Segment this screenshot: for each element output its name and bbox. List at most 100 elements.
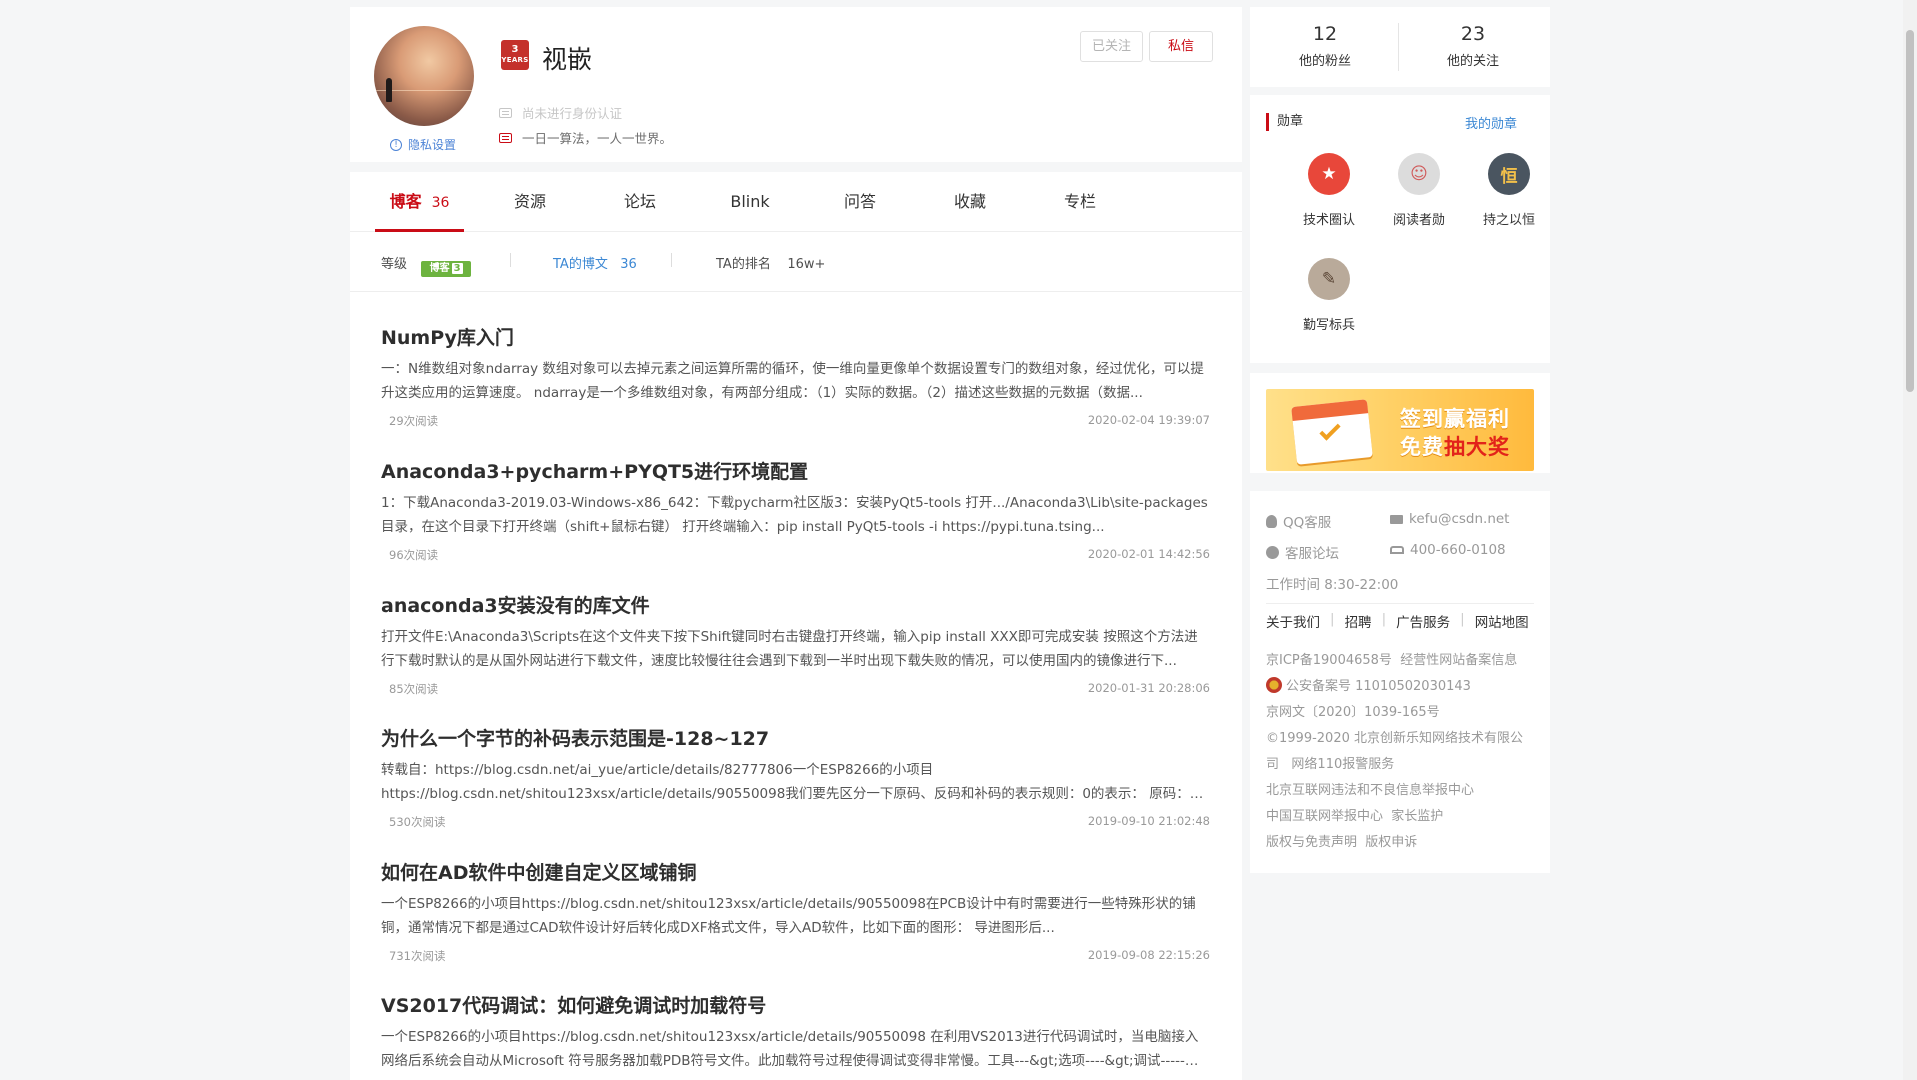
article-reads: 530次阅读: [389, 815, 446, 829]
legal-line[interactable]: 北京互联网违法和不良信息举报中心: [1266, 778, 1534, 804]
tab-qa[interactable]: 问答: [825, 172, 895, 232]
id-card-icon: [499, 107, 512, 118]
separator: |: [1460, 611, 1465, 627]
rank-value: 16w+: [787, 257, 826, 272]
profile-card: ! 隐私设置 3 YEARS 视嵌 已关注 私信 尚未进行身份认证 一日一算法，…: [350, 7, 1242, 162]
article-meta: 96次阅读 2020-02-01 14:42:56: [381, 545, 1210, 565]
email-link[interactable]: kefu@csdn.net: [1390, 511, 1509, 527]
article-summary: 打开文件E:\Anaconda3\Scripts在这个文件夹下按下Shift键同…: [381, 629, 1198, 669]
avatar-figure: [386, 78, 392, 102]
article-title[interactable]: VS2017代码调试：如何避免调试时加载符号: [381, 991, 1210, 1019]
medal-item[interactable]: ✎ 勤写标兵: [1289, 258, 1369, 333]
article-date: 2020-01-31 20:28:06: [1087, 681, 1210, 695]
article-title[interactable]: 为什么一个字节的补码表示范围是-128~127: [381, 724, 1210, 752]
level-badge-text: 博客: [429, 263, 450, 274]
phone-icon: [1390, 546, 1404, 554]
article-meta: 530次阅读 2019-09-10 21:02:48: [381, 812, 1210, 832]
police-record-link[interactable]: 公安备案号 11010502030143: [1286, 679, 1471, 694]
banner-line2-a: 免费: [1400, 435, 1444, 459]
article-title[interactable]: NumPy库入门: [381, 323, 1210, 351]
tab-label: 问答: [843, 192, 876, 211]
article-title[interactable]: 如何在AD软件中创建自定义区域铺铜: [381, 858, 1210, 886]
verify-text: 尚未进行身份认证: [522, 106, 623, 121]
tab-forum[interactable]: 论坛: [605, 172, 675, 232]
article-summary: 转载自：https://blog.csdn.net/ai_yue/article…: [381, 762, 1204, 802]
tab-favorites[interactable]: 收藏: [935, 172, 1005, 232]
article-item[interactable]: anaconda3安装没有的库文件 打开文件E:\Anaconda3\Scrip…: [381, 591, 1210, 699]
reader-medal-icon: ☺: [1398, 153, 1440, 195]
avatar[interactable]: [374, 26, 474, 126]
banner-line2: 免费抽大奖: [1400, 431, 1510, 461]
police-110-link[interactable]: 网络110报警服务: [1291, 757, 1394, 772]
tab-count: 36: [431, 195, 450, 211]
qq-support-link[interactable]: QQ客服: [1266, 511, 1331, 531]
article-meta: 29次阅读 2020-02-04 19:39:07: [381, 411, 1210, 431]
article-reads: 85次阅读: [389, 682, 439, 696]
medals-title: 勋章: [1266, 113, 1303, 131]
medal-name: 阅读者勋: [1392, 213, 1445, 228]
article-summary: 一个ESP8266的小项目https://blog.csdn.net/shito…: [381, 896, 1196, 936]
article-meta: 85次阅读 2020-01-31 20:28:06: [381, 679, 1210, 699]
legal-line[interactable]: 京网文〔2020〕1039-165号: [1266, 700, 1534, 726]
tab-blink[interactable]: Blink: [715, 172, 785, 232]
phone-label: 400-660-0108: [1410, 542, 1506, 558]
signin-lottery-banner[interactable]: 签到赢福利 免费抽大奖: [1266, 389, 1534, 471]
business-info-link[interactable]: 经营性网站备案信息: [1400, 653, 1517, 668]
about-link[interactable]: 关于我们: [1266, 611, 1320, 631]
report-center-link[interactable]: 中国互联网举报中心: [1266, 809, 1383, 824]
legal-line: ©1999-2020 北京创新乐知网络技术有限公司 网络110报警服务: [1266, 726, 1534, 778]
forum-support-link[interactable]: 客服论坛: [1266, 542, 1339, 562]
bio-icon: [499, 132, 512, 143]
phone-info: 400-660-0108: [1390, 542, 1506, 558]
medal-item[interactable]: ★ 技术圈认: [1289, 153, 1369, 228]
fans-stat[interactable]: 12 他的粉丝: [1250, 23, 1400, 69]
article-title[interactable]: Anaconda3+pycharm+PYQT5进行环境配置: [381, 457, 1210, 485]
page-scrollbar[interactable]: [1903, 0, 1917, 1080]
privacy-settings-link[interactable]: ! 隐私设置: [390, 136, 456, 153]
footer-links: 关于我们 | 招聘 | 广告服务 | 网站地图: [1266, 611, 1529, 631]
work-hours: 工作时间 8:30-22:00: [1266, 577, 1399, 593]
article-item[interactable]: Anaconda3+pycharm+PYQT5进行环境配置 1：下载Anacon…: [381, 457, 1210, 565]
legal-line: 版权与免责声明 版权申诉: [1266, 830, 1534, 856]
fans-card: 12 他的粉丝 23 他的关注: [1250, 7, 1550, 87]
divider: [510, 253, 511, 267]
medals-card: 勋章 我的勋章 ★ 技术圈认 ☺ 阅读者勋 恒 持之以恒 ✎ 勤写标兵: [1250, 95, 1550, 363]
medal-item[interactable]: ☺ 阅读者勋: [1379, 153, 1459, 228]
disclaimer-link[interactable]: 版权与免责声明: [1266, 835, 1357, 850]
bio-row: 一日一算法，一人一世界。: [499, 128, 672, 147]
ads-link[interactable]: 广告服务: [1396, 611, 1450, 631]
medal-item[interactable]: 恒 持之以恒: [1469, 153, 1549, 228]
tab-label: 论坛: [623, 192, 656, 211]
article-item[interactable]: NumPy库入门 一：N维数组对象ndarray 数组对象可以去掉元素之间运算所…: [381, 323, 1210, 431]
my-medals-link[interactable]: 我的勋章: [1465, 113, 1517, 132]
article-item[interactable]: 为什么一个字节的补码表示范围是-128~127 转载自：https://blog…: [381, 724, 1210, 832]
following-stat[interactable]: 23 他的关注: [1398, 23, 1548, 69]
parental-link[interactable]: 家长监护: [1391, 809, 1443, 824]
years-badge-number: 3: [511, 44, 519, 55]
message-button[interactable]: 私信: [1149, 31, 1213, 62]
tab-column[interactable]: 专栏: [1045, 172, 1115, 232]
scrollbar-thumb[interactable]: [1906, 30, 1914, 392]
tab-label: 收藏: [953, 192, 986, 211]
medal-name: 技术圈认: [1302, 213, 1355, 228]
article-item[interactable]: 如何在AD软件中创建自定义区域铺铜 一个ESP8266的小项目https://b…: [381, 858, 1210, 966]
article-title[interactable]: anaconda3安装没有的库文件: [381, 591, 1210, 619]
privacy-label: 隐私设置: [408, 138, 457, 152]
tab-blog[interactable]: 博客 36: [375, 172, 464, 232]
tab-resources[interactable]: 资源: [495, 172, 565, 232]
legal-line: 京ICP备19004658号 经营性网站备案信息: [1266, 648, 1534, 674]
legal-line: 中国互联网举报中心 家长监护: [1266, 804, 1534, 830]
sitemap-link[interactable]: 网站地图: [1475, 611, 1529, 631]
followed-button[interactable]: 已关注: [1080, 31, 1143, 62]
article-meta: 731次阅读 2019-09-08 22:15:26: [381, 946, 1210, 966]
article-summary: 一个ESP8266的小项目https://blog.csdn.net/shito…: [381, 1029, 1199, 1069]
icp-link[interactable]: 京ICP备19004658号: [1266, 653, 1392, 668]
forum-icon: [1266, 545, 1279, 559]
separator: |: [1381, 611, 1387, 627]
jobs-link[interactable]: 招聘: [1345, 611, 1372, 631]
copyright-appeal-link[interactable]: 版权申诉: [1365, 835, 1417, 850]
article-date: 2020-02-01 14:42:56: [1087, 547, 1210, 561]
rank-label: TA的排名: [716, 257, 771, 272]
article-item[interactable]: VS2017代码调试：如何避免调试时加载符号 一个ESP8266的小项目http…: [381, 991, 1210, 1073]
posts-stat[interactable]: TA的博文 36: [553, 253, 637, 272]
